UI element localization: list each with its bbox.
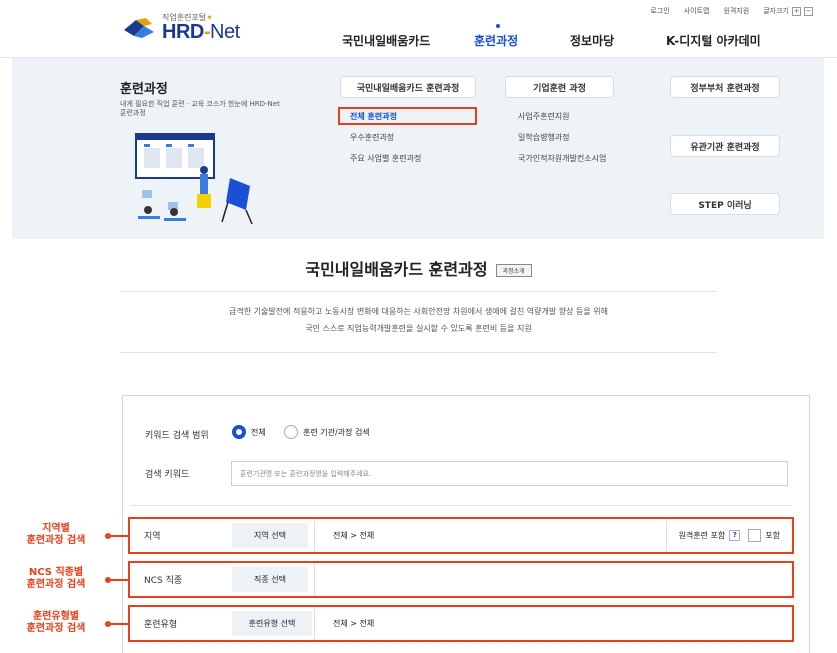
leader-line bbox=[108, 579, 128, 581]
callout-region-line2: 훈련과정 검색 bbox=[26, 535, 86, 546]
gnb-card[interactable]: 국민내일배움카드 bbox=[342, 32, 430, 49]
leader-dot bbox=[105, 577, 111, 583]
scope-inst-radio[interactable]: 훈련 기관/과정 검색 bbox=[284, 425, 370, 439]
lead-text: 급격한 기술발전에 적응하고 노동시장 변화에 대응하는 사회안전망 차원에서 … bbox=[0, 303, 837, 337]
scope-all-label: 전체 bbox=[251, 427, 266, 437]
callout-type-line2: 훈련과정 검색 bbox=[26, 623, 86, 634]
divider bbox=[120, 291, 717, 292]
gnb-course[interactable]: 훈련과정 bbox=[474, 32, 518, 49]
lead-line-2: 국민 스스로 직업능력개발훈련을 실시할 수 있도록 훈련비 등을 지원 bbox=[305, 324, 532, 333]
mega-title: 훈련과정 bbox=[120, 82, 168, 97]
header: 직업훈련포털✦ HRD-Net 국민내일배움카드 훈련과정 정보마당 K-디지털… bbox=[0, 0, 837, 58]
page-title: 국민내일배움카드 훈련과정 과정소개 bbox=[0, 256, 837, 280]
submenu-employer-training[interactable]: 사업주훈련지원 bbox=[518, 111, 570, 122]
callout-region: 지역별 훈련과정 검색 bbox=[0, 523, 112, 547]
ncs-label: NCS 직종 bbox=[144, 576, 183, 586]
submenu-all-courses[interactable]: 전체 훈련과정 bbox=[338, 107, 477, 125]
category-inst-button[interactable]: 유관기관 훈련과정 bbox=[670, 135, 780, 157]
submenu-excellent-courses[interactable]: 우수훈련과정 bbox=[350, 132, 394, 143]
remote-include-label: 포함 bbox=[765, 531, 780, 540]
course-intro-button[interactable]: 과정소개 bbox=[495, 264, 532, 277]
leader-line bbox=[108, 535, 128, 537]
lead-line-1: 급격한 기술발전에 적응하고 노동시장 변화에 대응하는 사회안전망 차원에서 … bbox=[229, 307, 608, 316]
region-select-button[interactable]: 지역 선택 bbox=[232, 523, 308, 548]
leader-dot bbox=[105, 621, 111, 627]
gnb-info[interactable]: 정보마당 bbox=[570, 32, 614, 49]
keyword-input[interactable]: 훈련기관명 또는 훈련과정명을 입력해주세요. bbox=[231, 461, 788, 486]
global-nav: 국민내일배움카드 훈련과정 정보마당 K-디지털 아카데미 bbox=[0, 32, 837, 52]
callout-type: 훈련유형별 훈련과정 검색 bbox=[0, 611, 112, 635]
gnb-kdigital[interactable]: K-디지털 아카데미 bbox=[666, 32, 761, 49]
leader-dot bbox=[105, 533, 111, 539]
illustration bbox=[135, 133, 253, 225]
ncs-filter-row: NCS 직종 직종 선택 bbox=[128, 561, 794, 598]
divider bbox=[130, 505, 792, 506]
category-gov-button[interactable]: 정부부처 훈련과정 bbox=[670, 76, 780, 98]
callout-ncs-line2: 훈련과정 검색 bbox=[26, 579, 86, 590]
submenu-work-learning[interactable]: 일학습병행과정 bbox=[518, 132, 570, 143]
scope-all-radio[interactable]: 전체 bbox=[232, 425, 266, 439]
region-label: 지역 bbox=[144, 532, 161, 542]
callout-ncs-line1: NCS 직종별 bbox=[28, 567, 84, 578]
remote-option: 원격훈련 포함 ? 포함 bbox=[665, 519, 792, 552]
category-card-button[interactable]: 국민내일배움카드 훈련과정 bbox=[340, 76, 476, 98]
active-indicator bbox=[496, 24, 500, 28]
keyword-label: 검색 키워드 bbox=[145, 470, 190, 480]
type-value: 전체 > 전체 bbox=[314, 607, 374, 640]
type-label: 훈련유형 bbox=[144, 620, 178, 630]
radio-unchecked-icon bbox=[284, 425, 298, 439]
help-icon[interactable]: ? bbox=[729, 530, 741, 541]
divider bbox=[120, 352, 717, 353]
scope-inst-label: 훈련 기관/과정 검색 bbox=[303, 427, 370, 437]
remote-label: 원격훈련 포함 bbox=[678, 531, 726, 540]
page-title-text: 국민내일배움카드 훈련과정 bbox=[305, 260, 488, 279]
type-filter-row: 훈련유형 훈련유형 선택 전체 > 전체 bbox=[128, 605, 794, 642]
ncs-value bbox=[314, 563, 794, 596]
callout-ncs: NCS 직종별 훈련과정 검색 bbox=[0, 567, 112, 591]
region-filter-row: 지역 지역 선택 전체 > 전체 원격훈련 포함 ? 포함 bbox=[128, 517, 794, 554]
leader-line bbox=[108, 623, 128, 625]
callout-region-line1: 지역별 bbox=[42, 523, 70, 534]
category-corp-button[interactable]: 기업훈련 과정 bbox=[505, 76, 614, 98]
category-step-button[interactable]: STEP 이러닝 bbox=[670, 193, 780, 215]
submenu-major-business-courses[interactable]: 주요 사업별 훈련과정 bbox=[350, 153, 421, 164]
ncs-select-button[interactable]: 직종 선택 bbox=[232, 567, 308, 592]
scope-label: 키워드 검색 범위 bbox=[145, 431, 209, 441]
region-value: 전체 > 전체 bbox=[314, 519, 374, 552]
checkbox-icon[interactable] bbox=[748, 529, 762, 542]
submenu-consortium[interactable]: 국가인적자원개발컨소시엄 bbox=[518, 153, 606, 164]
callout-type-line1: 훈련유형별 bbox=[33, 611, 79, 622]
mega-description: 내게 필요한 직업 훈련 · 교육 코스가 한눈에 HRD-Net 훈련과정 bbox=[120, 100, 280, 117]
radio-checked-icon bbox=[232, 425, 246, 439]
type-select-button[interactable]: 훈련유형 선택 bbox=[232, 611, 312, 636]
